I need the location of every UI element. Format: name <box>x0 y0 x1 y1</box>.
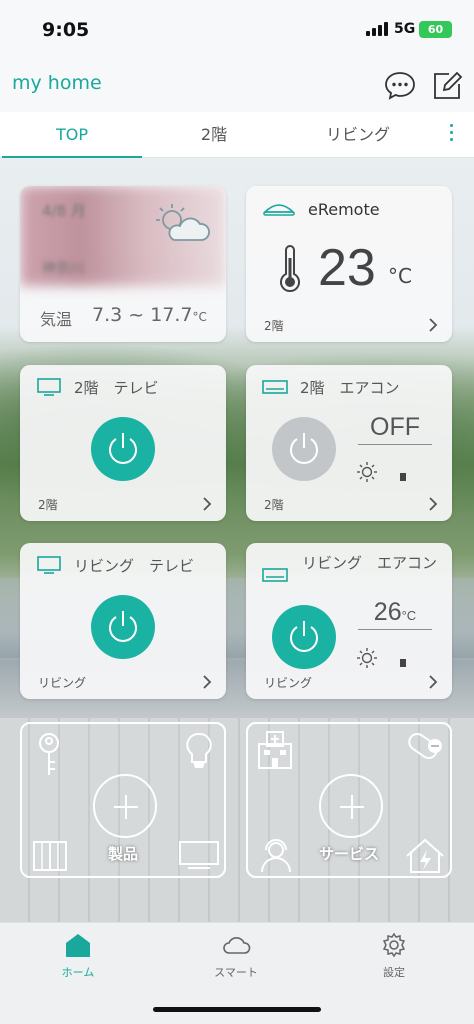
eremote-name: eRemote <box>308 200 380 219</box>
sun-mode-icon <box>357 648 377 668</box>
device-name: 2階 テレビ <box>74 379 159 397</box>
support-agent-icon <box>261 839 291 873</box>
eremote-temperature: 23 <box>318 239 376 297</box>
tab-living[interactable]: リビング <box>288 112 428 158</box>
more-icon[interactable] <box>448 124 454 146</box>
power-icon <box>109 611 137 642</box>
eremote-temp-unit: °C <box>388 264 412 288</box>
hospital-icon <box>258 731 292 769</box>
weather-card[interactable]: 4/8 月 神奈川 気温 7.3 ~ 17.7°C <box>20 186 226 342</box>
home-title[interactable]: my home <box>12 72 102 94</box>
chevron-right-icon[interactable] <box>202 497 212 511</box>
air-conditioner-icon <box>262 568 288 582</box>
home-icon <box>66 934 90 957</box>
device-room: リビング <box>264 676 313 690</box>
add-service-card[interactable]: サービス <box>246 722 452 878</box>
signal-icon <box>366 22 388 36</box>
air-conditioner-icon <box>262 380 288 394</box>
power-button[interactable] <box>91 595 155 659</box>
tv-2f-card[interactable]: 2階 テレビ 2階 <box>20 365 226 521</box>
fan-level-indicator <box>400 659 406 667</box>
fan-level-indicator <box>400 473 406 481</box>
add-service-button[interactable] <box>319 774 383 838</box>
device-name: リビング エアコン <box>302 554 438 572</box>
smart-home-icon <box>406 838 444 873</box>
power-button[interactable] <box>272 417 336 481</box>
app-header: my home <box>0 60 474 112</box>
weather-location: 神奈川 <box>42 261 84 277</box>
tv-icon <box>37 556 61 574</box>
ac-2f-card[interactable]: 2階 エアコン OFF 2階 <box>246 365 452 521</box>
add-product-card[interactable]: 製品 <box>20 722 226 878</box>
tab-top[interactable]: TOP <box>2 112 142 159</box>
gear-icon <box>382 932 406 958</box>
power-button[interactable] <box>272 605 336 669</box>
monitor-icon <box>179 841 219 869</box>
ac-living-card[interactable]: リビング エアコン 26°C リビング <box>246 543 452 699</box>
battery-icon: 60 <box>419 21 452 38</box>
tv-living-card[interactable]: リビング テレビ リビング <box>20 543 226 699</box>
key-icon <box>39 733 59 775</box>
power-icon <box>109 433 137 464</box>
chevron-right-icon[interactable] <box>202 675 212 689</box>
chevron-right-icon[interactable] <box>428 497 438 511</box>
ac-setpoint: 26°C <box>358 598 432 630</box>
edit-icon[interactable] <box>430 68 464 102</box>
device-room: リビング <box>38 676 87 690</box>
status-time: 9:05 <box>42 19 90 41</box>
home-indicator <box>153 1007 321 1012</box>
cloud-icon <box>223 937 251 954</box>
power-icon <box>290 621 318 652</box>
eremote-room: 2階 <box>264 319 284 333</box>
chevron-right-icon[interactable] <box>428 318 438 332</box>
nav-home[interactable]: ホーム <box>28 931 128 980</box>
temp-range: 7.3 ~ 17.7°C <box>92 304 207 326</box>
message-icon[interactable] <box>383 68 417 102</box>
eremote-card[interactable]: eRemote 23 °C 2階 <box>246 186 452 342</box>
weather-date: 4/8 月 <box>42 202 86 220</box>
device-name: 2階 エアコン <box>300 379 400 397</box>
device-room: 2階 <box>264 498 284 512</box>
tab-2f[interactable]: 2階 <box>144 112 284 158</box>
pill-icon <box>408 732 442 760</box>
tv-icon <box>37 378 61 396</box>
room-tabs: TOP 2階 リビング <box>0 112 474 159</box>
device-name: リビング テレビ <box>74 557 195 575</box>
curtain-icon <box>33 841 67 871</box>
nav-settings[interactable]: 設定 <box>344 931 444 980</box>
lightbulb-icon <box>186 732 212 768</box>
sun-mode-icon <box>357 462 377 482</box>
chevron-right-icon[interactable] <box>428 675 438 689</box>
device-room: 2階 <box>38 498 58 512</box>
nav-smart[interactable]: スマート <box>186 931 286 980</box>
eremote-device-icon <box>263 204 295 216</box>
power-icon <box>290 433 318 464</box>
ac-state: OFF <box>358 413 432 445</box>
partly-cloudy-icon <box>156 204 210 241</box>
temp-label: 気温 <box>40 310 73 329</box>
thermometer-icon <box>280 245 300 293</box>
add-product-button[interactable] <box>93 774 157 838</box>
network-type: 5G <box>394 21 416 37</box>
bottom-navigation: ホーム スマート 設定 <box>0 922 474 1024</box>
status-bar: 9:05 5G 60 <box>0 0 474 60</box>
power-button[interactable] <box>91 417 155 481</box>
